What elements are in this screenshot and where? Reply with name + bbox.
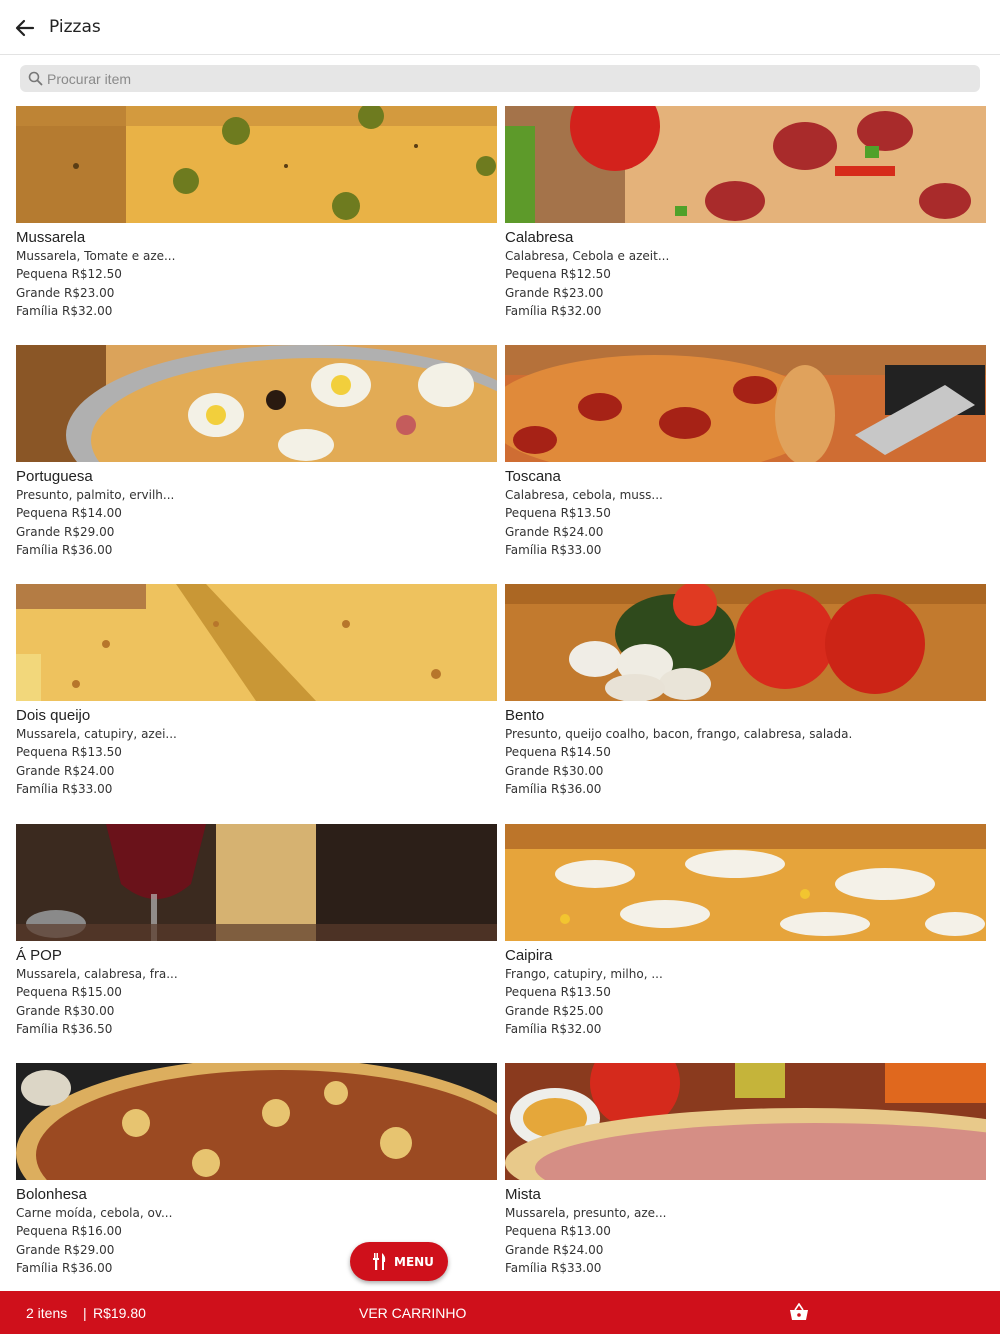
product-description: Mussarela, catupiry, azei... <box>16 727 177 741</box>
cart-separator: | <box>83 1305 87 1321</box>
price-family: Família R$33.00 <box>505 1261 602 1275</box>
product-image <box>505 106 986 223</box>
price-large: Grande R$24.00 <box>505 1243 604 1257</box>
product-name: Mussarela <box>16 229 86 246</box>
product-card-portuguesa[interactable]: Portuguesa Presunto, palmito, ervilh... … <box>16 345 497 570</box>
product-name: Mista <box>505 1186 541 1203</box>
price-small: Pequena R$14.50 <box>505 745 611 759</box>
price-large: Grande R$30.00 <box>505 764 604 778</box>
product-card-toscana[interactable]: Toscana Calabresa, cebola, muss... Peque… <box>505 345 986 570</box>
price-family: Família R$36.50 <box>16 1022 113 1036</box>
price-small: Pequena R$13.50 <box>16 745 122 759</box>
cart-item-count: 2 itens <box>26 1305 68 1321</box>
product-card-dois-queijo[interactable]: Dois queijo Mussarela, catupiry, azei...… <box>16 584 497 809</box>
product-name: Caipira <box>505 947 553 964</box>
product-description: Calabresa, cebola, muss... <box>505 488 663 502</box>
price-small: Pequena R$15.00 <box>16 985 122 999</box>
price-large: Grande R$23.00 <box>505 286 604 300</box>
cart-total: R$19.80 <box>93 1305 146 1321</box>
price-family: Família R$32.00 <box>505 304 602 318</box>
product-image <box>16 824 497 941</box>
basket-icon[interactable] <box>789 1303 809 1321</box>
product-name: Bento <box>505 707 545 724</box>
product-name: Dois queijo <box>16 707 91 724</box>
price-family: Família R$33.00 <box>505 543 602 557</box>
price-small: Pequena R$13.50 <box>505 506 611 520</box>
price-family: Família R$32.00 <box>505 1022 602 1036</box>
product-description: Calabresa, Cebola e azeit... <box>505 249 670 263</box>
search-icon <box>28 71 43 86</box>
arrow-left-icon[interactable] <box>12 15 38 41</box>
product-image <box>16 584 497 701</box>
price-large: Grande R$30.00 <box>16 1004 115 1018</box>
app-header: Pizzas <box>0 0 1000 55</box>
price-small: Pequena R$13.50 <box>505 985 611 999</box>
fork-knife-icon <box>373 1253 386 1270</box>
price-family: Família R$36.00 <box>16 543 113 557</box>
product-name: Calabresa <box>505 229 574 246</box>
product-description: Frango, catupiry, milho, ... <box>505 967 663 981</box>
product-card-caipira[interactable]: Caipira Frango, catupiry, milho, ... Peq… <box>505 824 986 1049</box>
product-image <box>16 345 497 462</box>
price-large: Grande R$29.00 <box>16 525 115 539</box>
menu-button[interactable]: MENU <box>350 1242 448 1281</box>
search-bar[interactable] <box>20 65 980 92</box>
menu-button-label: MENU <box>394 1255 434 1269</box>
price-large: Grande R$24.00 <box>505 525 604 539</box>
product-name: Portuguesa <box>16 468 93 485</box>
search-input[interactable] <box>47 65 967 92</box>
product-description: Carne moída, cebola, ov... <box>16 1206 173 1220</box>
product-name: Toscana <box>505 468 561 485</box>
product-image <box>16 1063 497 1180</box>
page-title: Pizzas <box>49 17 101 37</box>
product-card-calabresa[interactable]: Calabresa Calabresa, Cebola e azeit... P… <box>505 106 986 331</box>
product-name: Á POP <box>16 947 62 964</box>
view-cart-button[interactable]: VER CARRINHO <box>359 1305 466 1321</box>
product-card-mista[interactable]: Mista Mussarela, presunto, aze... Pequen… <box>505 1063 986 1288</box>
price-large: Grande R$29.00 <box>16 1243 115 1257</box>
price-family: Família R$36.00 <box>16 1261 113 1275</box>
product-image <box>16 106 497 223</box>
price-family: Família R$32.00 <box>16 304 113 318</box>
product-card-mussarela[interactable]: Mussarela Mussarela, Tomate e aze... Peq… <box>16 106 497 331</box>
price-large: Grande R$25.00 <box>505 1004 604 1018</box>
product-image <box>505 584 986 701</box>
product-description: Presunto, palmito, ervilh... <box>16 488 175 502</box>
price-small: Pequena R$12.50 <box>505 267 611 281</box>
product-description: Presunto, queijo coalho, bacon, frango, … <box>505 727 853 741</box>
price-family: Família R$33.00 <box>16 782 113 796</box>
cart-bar: 2 itens | R$19.80 VER CARRINHO <box>0 1291 1000 1334</box>
product-image <box>505 345 986 462</box>
price-small: Pequena R$14.00 <box>16 506 122 520</box>
price-large: Grande R$23.00 <box>16 286 115 300</box>
product-description: Mussarela, calabresa, fra... <box>16 967 178 981</box>
price-family: Família R$36.00 <box>505 782 602 796</box>
product-card-a-pop[interactable]: Á POP Mussarela, calabresa, fra... Peque… <box>16 824 497 1049</box>
product-description: Mussarela, presunto, aze... <box>505 1206 667 1220</box>
price-large: Grande R$24.00 <box>16 764 115 778</box>
product-description: Mussarela, Tomate e aze... <box>16 249 176 263</box>
price-small: Pequena R$13.00 <box>505 1224 611 1238</box>
product-image <box>505 824 986 941</box>
product-card-bento[interactable]: Bento Presunto, queijo coalho, bacon, fr… <box>505 584 986 809</box>
product-name: Bolonhesa <box>16 1186 87 1203</box>
price-small: Pequena R$16.00 <box>16 1224 122 1238</box>
price-small: Pequena R$12.50 <box>16 267 122 281</box>
product-image <box>505 1063 986 1180</box>
